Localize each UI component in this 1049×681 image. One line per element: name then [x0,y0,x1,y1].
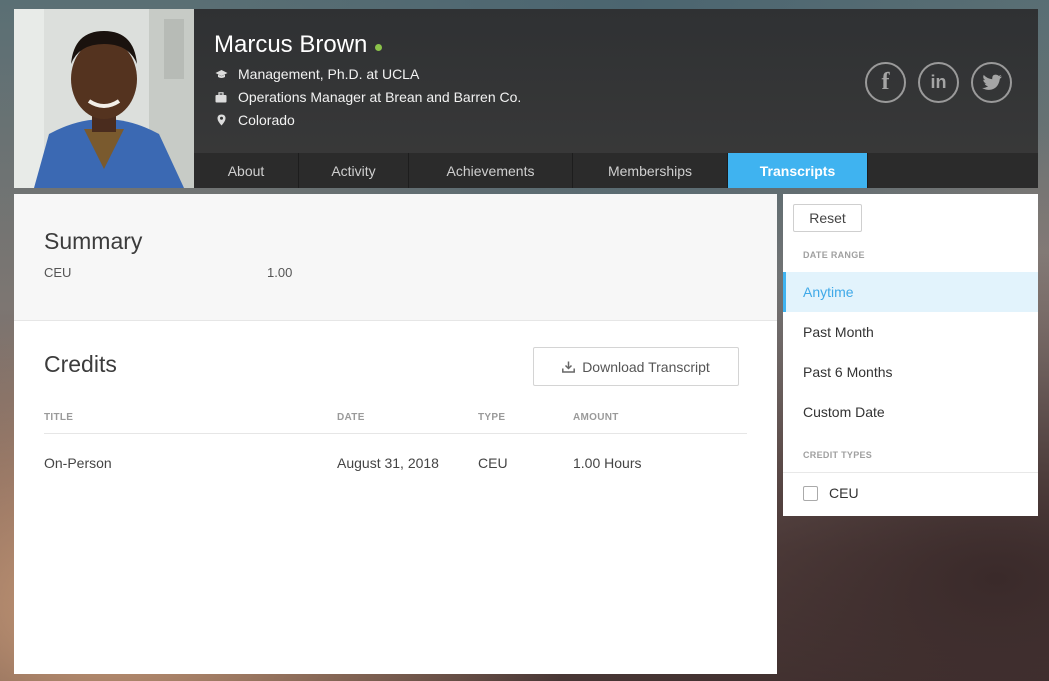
profile-info: Marcus Brown Management, Ph.D. at UCLA O… [214,31,521,128]
map-pin-icon [214,113,228,127]
summary-label: CEU [44,265,72,280]
transcript-panel: Summary CEU 1.00 Credits Download Transc… [14,194,777,674]
divider [783,472,1038,473]
profile-name: Marcus Brown [214,31,368,58]
tab-transcripts[interactable]: Transcripts [728,153,868,188]
range-anytime[interactable]: Anytime [783,272,1038,312]
download-label: Download Transcript [582,358,710,375]
column-date[interactable]: DATE [337,412,478,423]
table-row[interactable]: On-Person August 31, 2018 CEU 1.00 Hours [44,434,747,471]
twitter-bird-icon [981,74,1002,90]
column-title[interactable]: TITLE [44,412,337,423]
summary-row: CEU 1.00 [44,265,747,280]
profile-photo [14,9,194,188]
profile-header: Marcus Brown Management, Ph.D. at UCLA O… [14,9,1038,188]
column-amount[interactable]: AMOUNT [573,412,747,423]
table-header: TITLE DATE TYPE AMOUNT [44,412,747,434]
summary-value: 1.00 [267,265,293,280]
credit-type-ceu[interactable]: CEU [803,485,859,501]
credits-title: Credits [44,351,117,377]
ceu-label: CEU [829,485,859,501]
job-text: Operations Manager at Brean and Barren C… [238,89,522,105]
credits-table: TITLE DATE TYPE AMOUNT On-Person August … [44,412,747,471]
credit-types-heading: CREDIT TYPES [803,450,873,460]
job-line: Operations Manager at Brean and Barren C… [214,89,521,105]
online-status-dot [375,43,383,51]
facebook-icon[interactable]: f [865,62,906,103]
location-text: Colorado [238,112,295,128]
linkedin-glyph: in [930,72,947,92]
social-links: f in [865,62,1012,103]
briefcase-icon [214,90,228,104]
cell-title: On-Person [44,455,112,471]
tab-activity[interactable]: Activity [299,153,409,188]
download-icon [562,361,576,373]
linkedin-icon[interactable]: in [918,62,959,103]
tab-memberships[interactable]: Memberships [573,153,728,188]
reset-button[interactable]: Reset [793,204,862,232]
tab-about[interactable]: About [194,153,299,188]
cell-type: CEU [478,455,508,471]
graduation-cap-icon [214,67,228,81]
cell-date: August 31, 2018 [337,455,439,471]
education-line: Management, Ph.D. at UCLA [214,66,521,82]
summary-title: Summary [44,228,143,254]
cell-amount: 1.00 Hours [573,455,642,471]
summary-section: Summary CEU 1.00 [14,194,777,321]
date-range-heading: DATE RANGE [803,250,865,260]
range-custom-date[interactable]: Custom Date [783,392,1038,432]
column-type[interactable]: TYPE [478,412,573,423]
location-line: Colorado [214,112,521,128]
twitter-icon[interactable] [971,62,1012,103]
facebook-glyph: f [881,69,890,95]
filter-panel: Reset DATE RANGE Anytime Past Month Past… [783,194,1038,516]
credits-section: Credits Download Transcript TITLE DATE T… [14,321,777,471]
education-text: Management, Ph.D. at UCLA [238,66,420,82]
profile-tabs: About Activity Achievements Memberships … [194,153,1038,188]
download-transcript-button[interactable]: Download Transcript [533,347,739,386]
range-past-6-months[interactable]: Past 6 Months [783,352,1038,392]
ceu-checkbox[interactable] [803,485,818,501]
range-past-month[interactable]: Past Month [783,312,1038,352]
tab-achievements[interactable]: Achievements [409,153,573,188]
